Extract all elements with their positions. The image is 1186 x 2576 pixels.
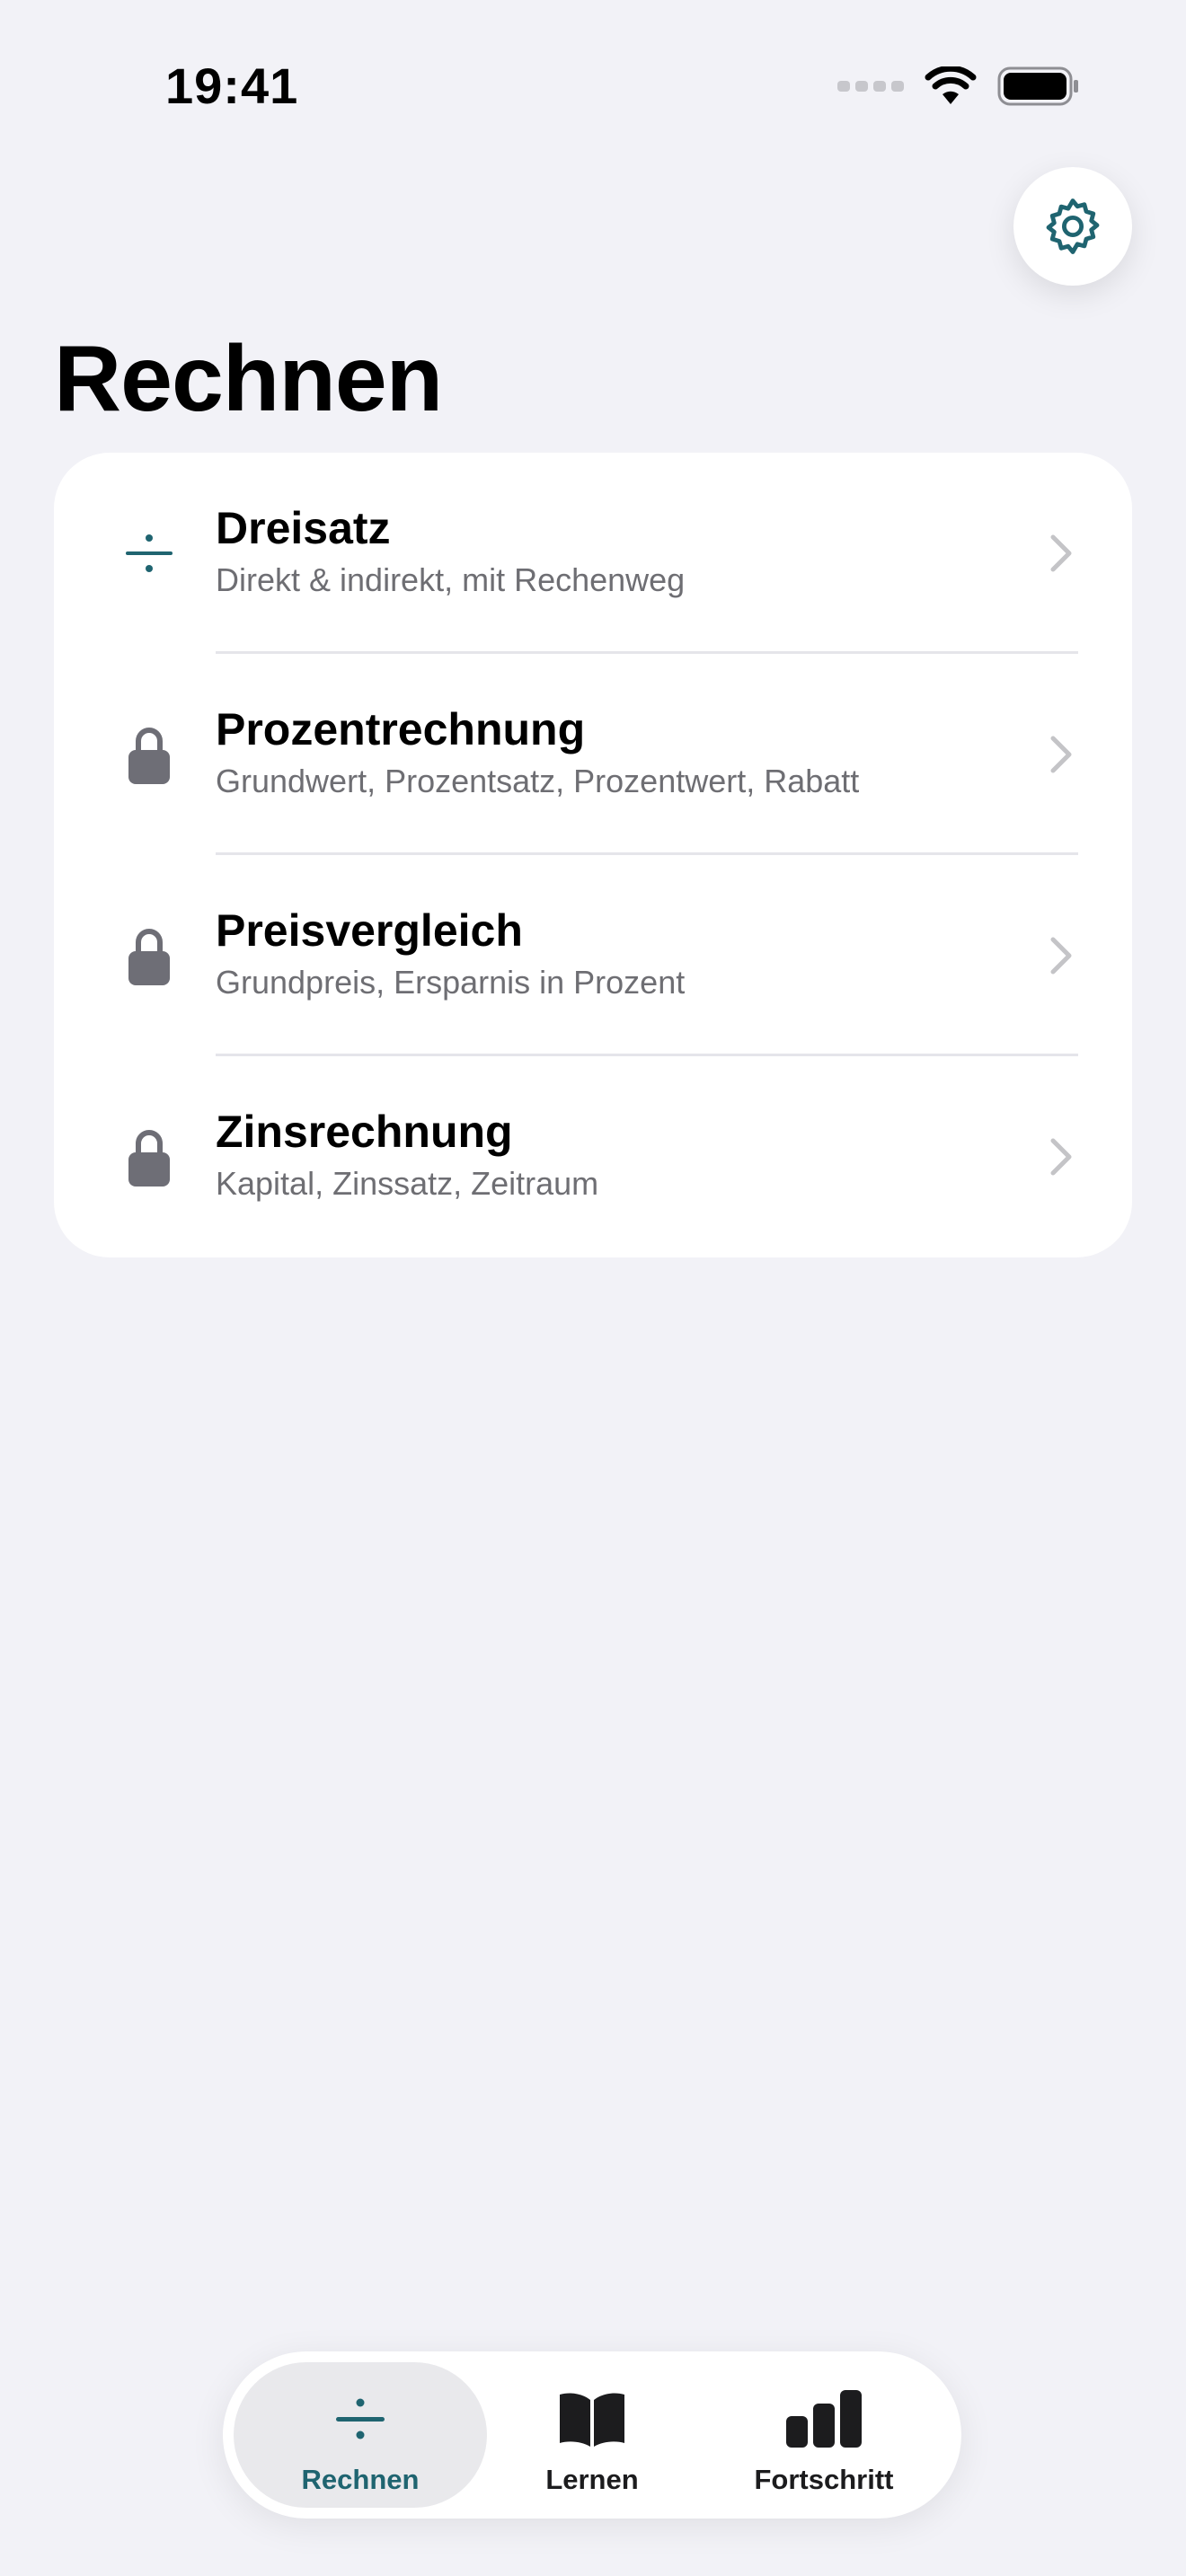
tab-label: Rechnen	[301, 2464, 420, 2495]
topic-title: Preisvergleich	[216, 905, 523, 956]
cellular-signal-icon	[837, 81, 904, 92]
tab-rechnen[interactable]: Rechnen	[234, 2362, 487, 2508]
topic-title: Prozentrechnung	[216, 704, 586, 754]
lock-icon	[113, 920, 185, 992]
wifi-icon	[925, 66, 977, 104]
topic-row-dreisatz[interactable]: Dreisatz Direkt & indirekt, mit Rechenwe…	[54, 453, 1132, 654]
tab-lernen[interactable]: Lernen	[465, 2362, 719, 2508]
tab-fortschritt[interactable]: Fortschritt	[697, 2362, 951, 2508]
topic-row-preisvergleich[interactable]: Preisvergleich Grundpreis, Ersparnis in …	[54, 855, 1132, 1056]
chevron-right-icon	[1050, 937, 1072, 975]
divide-icon	[113, 517, 185, 589]
topic-row-zinsrechnung[interactable]: Zinsrechnung Kapital, Zinssatz, Zeitraum	[54, 1056, 1132, 1257]
lock-icon	[113, 719, 185, 790]
topic-row-prozentrechnung[interactable]: Prozentrechnung Grundwert, Prozentsatz, …	[54, 654, 1132, 855]
settings-button[interactable]	[1013, 167, 1132, 286]
chevron-right-icon	[1050, 534, 1072, 572]
topic-subtitle: Kapital, Zinssatz, Zeitraum	[216, 1165, 599, 1202]
battery-icon	[997, 66, 1078, 106]
topic-list: Dreisatz Direkt & indirekt, mit Rechenwe…	[54, 453, 1132, 1257]
tab-bar: Rechnen Lernen Fortschritt	[223, 2351, 961, 2519]
topic-subtitle: Grundpreis, Ersparnis in Prozent	[216, 964, 686, 1001]
chevron-right-icon	[1050, 1138, 1072, 1176]
topic-subtitle: Direkt & indirekt, mit Rechenweg	[216, 561, 686, 598]
tab-label: Lernen	[545, 2464, 639, 2495]
chevron-right-icon	[1050, 736, 1072, 773]
topic-title: Zinsrechnung	[216, 1107, 513, 1157]
gear-icon	[1046, 198, 1100, 254]
topic-title: Dreisatz	[216, 503, 391, 553]
status-icons	[837, 65, 1080, 108]
tab-label: Fortschritt	[754, 2464, 894, 2495]
page-title: Rechnen	[54, 327, 443, 431]
screen: 19:41 Rechnen Dreisatz Direkt & indirekt…	[0, 0, 1186, 2576]
book-icon	[556, 2382, 628, 2456]
lock-icon	[113, 1121, 185, 1193]
bar-chart-icon	[784, 2382, 863, 2456]
status-time: 19:41	[165, 57, 299, 114]
topic-subtitle: Grundwert, Prozentsatz, Prozentwert, Rab…	[216, 763, 860, 799]
divide-icon	[333, 2382, 387, 2456]
